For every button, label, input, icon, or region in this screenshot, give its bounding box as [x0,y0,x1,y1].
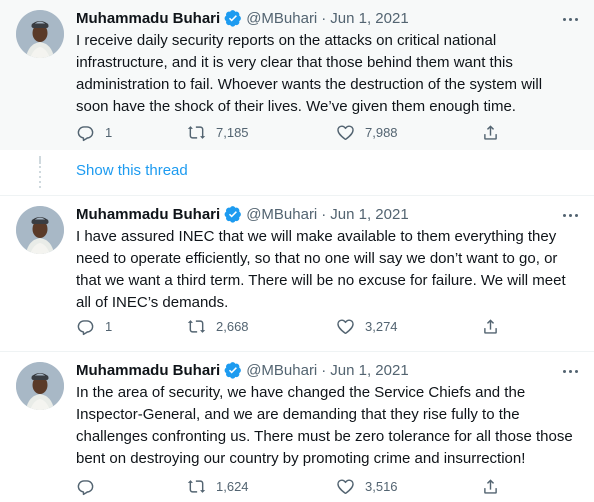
like-count: 3,516 [365,478,398,494]
tweet-text-line: In the area of security, we have changed… [76,384,526,401]
more-icon[interactable] [560,362,580,380]
verified-badge-icon [224,205,242,223]
reply-icon [76,317,95,336]
retweet-icon [187,123,206,142]
share-button[interactable] [481,120,500,144]
tweet-text-line: infrastructure, and it is very clear tha… [76,54,513,71]
retweet-button[interactable]: 2,668 [187,314,249,338]
author-handle[interactable]: @MBuhari [246,206,317,223]
tweet-1[interactable]: Muhammadu Buhari @MBuhari · Jun 1, 2021 … [0,0,594,150]
tweet-text-line: that we want a third term. There will be… [76,272,566,289]
more-icon[interactable] [560,206,580,224]
like-button[interactable]: 3,516 [336,474,398,498]
avatar[interactable] [16,362,64,410]
tweet-header: Muhammadu Buhari @MBuhari · Jun 1, 2021 [76,8,409,28]
verified-badge-icon [224,9,242,27]
reply-icon [76,477,95,496]
author-name[interactable]: Muhammadu Buhari [76,206,220,223]
tweet-3[interactable]: Muhammadu Buhari @MBuhari · Jun 1, 2021 … [0,352,594,502]
tweet-date[interactable]: Jun 1, 2021 [330,10,408,27]
tweet-text-line: all of INEC’s demands. [76,294,229,311]
tweet-text-line: need to operate efficiently, so that no … [76,250,558,267]
retweet-button[interactable]: 7,185 [187,120,249,144]
tweet-header: Muhammadu Buhari @MBuhari · Jun 1, 2021 [76,360,409,380]
tweet-actions: 1 2,668 3,274 [76,314,516,338]
retweet-icon [187,317,206,336]
author-name[interactable]: Muhammadu Buhari [76,10,220,27]
like-icon [336,477,355,496]
more-icon[interactable] [560,10,580,28]
like-button[interactable]: 3,274 [336,314,398,338]
tweet-text-line: I receive daily security reports on the … [76,32,497,49]
tweet-text-line: soon have the shock of their lives. We’v… [76,98,516,115]
retweet-count: 7,185 [216,124,249,140]
thread-connector [39,156,41,164]
tweet-2[interactable]: Muhammadu Buhari @MBuhari · Jun 1, 2021 … [0,196,594,344]
tweet-text-line: administration to fail. Whoever wants th… [76,76,543,93]
share-icon [481,317,500,336]
tweet-text: In the area of security, we have changed… [76,382,576,470]
tweet-actions: 1,624 3,516 [76,474,516,498]
author-name[interactable]: Muhammadu Buhari [76,362,220,379]
tweet-text-line: I have assured INEC that we will make av… [76,228,557,245]
retweet-count: 1,624 [216,478,249,494]
tweet-text-line: challenges confronting us. There must be… [76,428,573,445]
tweet-text: I have assured INEC that we will make av… [76,226,576,314]
retweet-icon [187,477,206,496]
like-icon [336,123,355,142]
retweet-button[interactable]: 1,624 [187,474,249,498]
avatar[interactable] [16,10,64,58]
share-icon [481,123,500,142]
tweet-text: I receive daily security reports on the … [76,30,576,118]
share-button[interactable] [481,474,500,498]
share-button[interactable] [481,314,500,338]
show-thread-link[interactable]: Show this thread [76,162,188,179]
like-button[interactable]: 7,988 [336,120,398,144]
tweet-date[interactable]: Jun 1, 2021 [330,206,408,223]
reply-button[interactable] [76,474,105,498]
author-handle[interactable]: @MBuhari [246,10,317,27]
header-separator: · [321,9,327,27]
tweet-header: Muhammadu Buhari @MBuhari · Jun 1, 2021 [76,204,409,224]
retweet-count: 2,668 [216,318,249,334]
like-count: 7,988 [365,124,398,140]
reply-count: 1 [105,124,113,140]
header-separator: · [321,205,327,223]
reply-icon [76,123,95,142]
tweet-date[interactable]: Jun 1, 2021 [330,362,408,379]
share-icon [481,477,500,496]
reply-button[interactable]: 1 [76,314,112,338]
tweet-text-line: Inspector-General, and we are demanding … [76,406,520,423]
header-separator: · [321,361,327,379]
like-icon [336,317,355,336]
reply-button[interactable]: 1 [76,120,112,144]
tweet-text-line: bent on destroying our country by promot… [76,450,526,467]
tweet-actions: 1 7,185 7,988 [76,120,516,144]
like-count: 3,274 [365,318,398,334]
thread-dotted-connector [39,166,41,188]
reply-count: 1 [105,318,113,334]
avatar[interactable] [16,206,64,254]
verified-badge-icon [224,361,242,379]
author-handle[interactable]: @MBuhari [246,362,317,379]
